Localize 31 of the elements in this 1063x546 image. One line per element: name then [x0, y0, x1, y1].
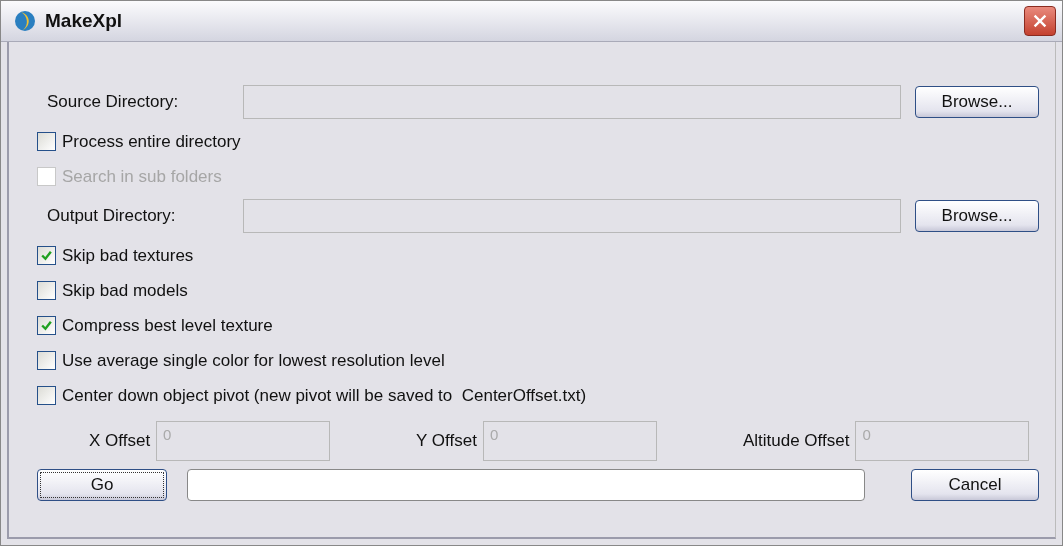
checkbox[interactable] — [37, 132, 56, 151]
field-value: 0 — [862, 426, 871, 443]
checkbox-label: Skip bad models — [62, 280, 188, 301]
browse-button[interactable]: Browse... — [915, 86, 1039, 118]
checkbox-label: Skip bad textures — [62, 245, 194, 266]
checkbox-label: Search in sub folders — [62, 166, 222, 187]
checkbox[interactable] — [37, 351, 56, 370]
close-button[interactable] — [1024, 6, 1056, 36]
checkbox[interactable] — [37, 246, 56, 265]
checkbox-label: Center down object pivot (new pivot will be saved to CenterOffset.txt) — [62, 385, 587, 406]
checkbox-label: Compress best level texture — [62, 315, 273, 336]
go-button[interactable]: Go — [37, 469, 167, 501]
browse-button[interactable]: Browse... — [915, 200, 1039, 232]
window-title: MakeXpl — [45, 10, 124, 32]
field-label: Source Directory: — [46, 92, 180, 112]
checkmark-icon — [40, 319, 53, 332]
checkbox[interactable] — [37, 386, 56, 405]
field-label: Output Directory: — [46, 206, 177, 226]
close-icon — [1031, 12, 1049, 30]
offset-label: X Offset — [89, 431, 151, 451]
checkmark-icon — [40, 249, 53, 262]
checkbox-label: Process entire directory — [62, 131, 241, 152]
offset-label: Y Offset — [416, 431, 477, 451]
globe-icon — [13, 9, 37, 33]
checkbox-label: Use average single color for lowest resolution level — [62, 350, 445, 371]
cancel-button[interactable]: Cancel — [911, 469, 1039, 501]
field-value: 0 — [163, 426, 172, 443]
checkbox[interactable] — [37, 281, 56, 300]
checkbox[interactable] — [37, 316, 56, 335]
field-value: 0 — [489, 426, 499, 443]
offset-label: Altitude Offset — [742, 431, 850, 451]
